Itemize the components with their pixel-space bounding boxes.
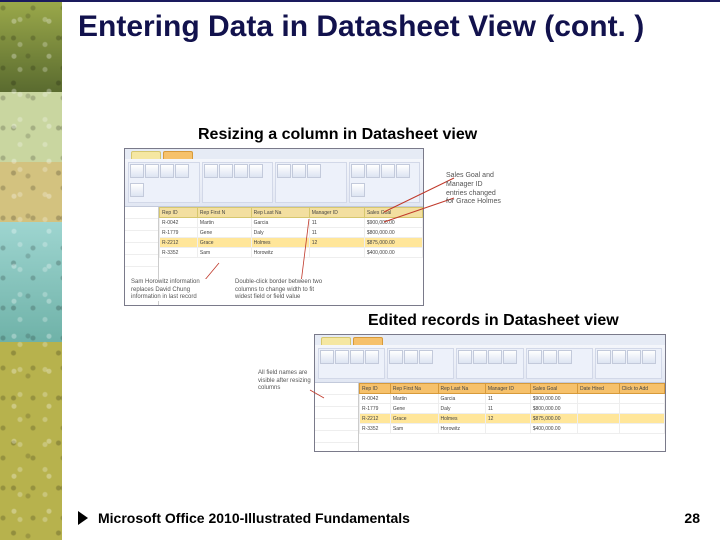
fig1-callout-right: Double-click border between two columns … bbox=[235, 279, 325, 301]
fig2-datasheet: Rep IDRep First NaRep Last Na Manager ID… bbox=[315, 383, 665, 451]
fig1-table: Rep ID Rep First N Rep Last Na Manager I… bbox=[159, 207, 423, 258]
fig1-ribbon bbox=[125, 159, 423, 207]
fig2-callout-left: All field names are visible after resizi… bbox=[258, 370, 312, 393]
fig1-side-callout: Sales Goal and Manager ID entries change… bbox=[446, 172, 504, 207]
page-number: 28 bbox=[684, 510, 700, 526]
fig2-tabstrip bbox=[315, 335, 665, 345]
figure2-caption: Edited records in Datasheet view bbox=[368, 312, 619, 330]
slide: Entering Data in Datasheet View (cont. )… bbox=[0, 0, 720, 540]
fig2-ribbon bbox=[315, 345, 665, 383]
figure1-caption: Resizing a column in Datasheet view bbox=[198, 126, 477, 144]
figure2: Rep IDRep First NaRep Last Na Manager ID… bbox=[314, 334, 666, 452]
decorative-sidebar bbox=[0, 2, 62, 540]
fig2-table: Rep IDRep First NaRep Last Na Manager ID… bbox=[359, 383, 665, 434]
fig1-tabstrip bbox=[125, 149, 423, 159]
figure1: Rep ID Rep First N Rep Last Na Manager I… bbox=[124, 148, 424, 306]
fig1-callout-left: Sam Horowitz information replaces David … bbox=[131, 279, 221, 301]
slide-footer: Microsoft Office 2010-Illustrated Fundam… bbox=[78, 510, 700, 526]
arrow-right-icon bbox=[78, 511, 88, 525]
footer-text: Microsoft Office 2010-Illustrated Fundam… bbox=[98, 510, 410, 526]
slide-title: Entering Data in Datasheet View (cont. ) bbox=[78, 10, 678, 45]
